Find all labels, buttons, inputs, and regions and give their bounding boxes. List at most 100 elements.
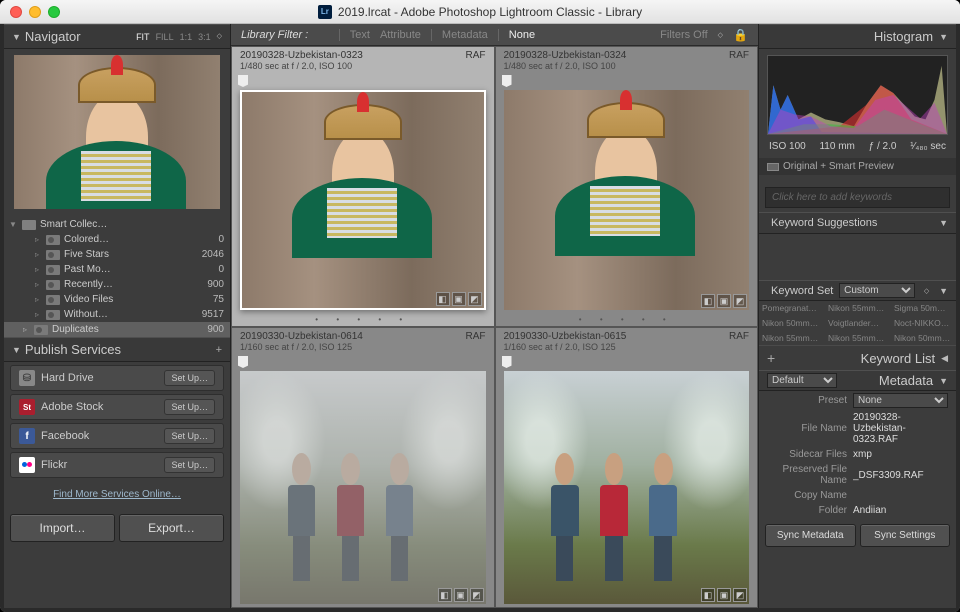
filters-off[interactable]: Filters Off (660, 29, 707, 41)
disclosure-triangle-icon[interactable]: ▼ (939, 376, 948, 386)
chevron-right-icon[interactable]: ▹ (32, 235, 42, 244)
collection-item[interactable]: ▹ Colored…0 (4, 232, 230, 247)
add-keyword-button[interactable]: + (767, 350, 775, 366)
preset-select[interactable]: None (853, 393, 948, 408)
export-button[interactable]: Export… (119, 514, 224, 542)
keyword-set-item[interactable]: Nikon 50mm… (891, 331, 956, 345)
metadata-header[interactable]: Default Metadata ▼ (759, 370, 956, 391)
filter-none[interactable]: None (509, 29, 535, 41)
thumbnail-badge-icon[interactable]: ◩ (733, 588, 747, 602)
metadata-row[interactable]: Copy Name (759, 488, 956, 503)
disclosure-triangle-icon[interactable]: ▼ (939, 286, 948, 296)
disclosure-triangle-icon[interactable]: ▼ (939, 32, 948, 42)
chevron-icon[interactable]: ◇ (217, 32, 222, 42)
navigator-zoom-modes[interactable]: FIT FILL 1:1 3:1 ◇ (136, 32, 222, 42)
publish-service-fl[interactable]: Flickr Set Up… (10, 452, 224, 478)
thumbnail-badge-icon[interactable]: ◩ (733, 294, 747, 308)
collection-item[interactable]: ▹ Past Mo…0 (4, 262, 230, 277)
keyword-set-select[interactable]: Custom (839, 283, 915, 298)
thumbnail-badge-icon[interactable]: ▣ (717, 294, 731, 308)
metadata-row[interactable]: Folder Andiian (759, 503, 956, 518)
metadata-value[interactable]: Andiian (853, 505, 948, 516)
thumbnail-badge-icon[interactable]: ▣ (454, 588, 468, 602)
thumbnail-badge-icon[interactable]: ◧ (438, 588, 452, 602)
flag-icon[interactable] (238, 356, 248, 368)
setup-button[interactable]: Set Up… (164, 457, 215, 473)
disclosure-triangle-icon[interactable]: ◀ (941, 353, 948, 364)
thumbnail-image[interactable]: ◧ ▣ ◩ (504, 90, 750, 310)
setup-button[interactable]: Set Up… (164, 428, 215, 444)
filter-attribute[interactable]: Attribute (380, 29, 421, 41)
thumbnail-badge-icon[interactable]: ◧ (436, 292, 450, 306)
thumbnail-badge-icon[interactable]: ▣ (717, 588, 731, 602)
filter-metadata[interactable]: Metadata (442, 29, 488, 41)
grid-cell[interactable]: 20190328-Uzbekistan-0323RAF 1/480 sec at… (231, 46, 495, 327)
chevron-icon[interactable]: ◇ (924, 287, 929, 295)
setup-button[interactable]: Set Up… (164, 370, 215, 386)
keyword-set-item[interactable]: Sigma 50m… (891, 301, 956, 315)
keyword-set-item[interactable]: Nikon 55mm… (759, 331, 824, 345)
disclosure-triangle-icon[interactable]: ▼ (939, 218, 948, 228)
metadata-value[interactable]: 20190328-Uzbekistan-0323.RAF (853, 412, 948, 445)
navigator-preview[interactable] (14, 55, 220, 209)
keyword-set-header[interactable]: Keyword Set Custom ◇ ▼ (759, 280, 956, 301)
thumbnail-badge-icon[interactable]: ◩ (470, 588, 484, 602)
metadata-row[interactable]: Preserved File Name _DSF3309.RAF (759, 462, 956, 488)
metadata-preset[interactable]: Preset None (759, 391, 956, 410)
keyword-set-item[interactable]: Voigtlander… (825, 316, 890, 330)
keywords-input[interactable]: Click here to add keywords (765, 187, 950, 208)
metadata-value[interactable]: _DSF3309.RAF (853, 470, 948, 481)
flag-icon[interactable] (502, 75, 512, 87)
nav-mode-fit[interactable]: FIT (136, 32, 150, 42)
metadata-row[interactable]: Sidecar Files xmp (759, 447, 956, 462)
publish-service-as[interactable]: StAdobe Stock Set Up… (10, 394, 224, 420)
lock-icon[interactable]: 🔒 (733, 28, 748, 42)
import-button[interactable]: Import… (10, 514, 115, 542)
grid-cell[interactable]: 20190330-Uzbekistan-0614RAF 1/160 sec at… (231, 327, 495, 608)
chevron-icon[interactable]: ◇ (718, 31, 723, 39)
navigator-header[interactable]: ▼Navigator FIT FILL 1:1 3:1 ◇ (4, 24, 230, 49)
grid-cell[interactable]: 20190330-Uzbekistan-0615RAF 1/160 sec at… (495, 327, 759, 608)
disclosure-triangle-icon[interactable]: ▼ (12, 32, 21, 42)
collection-item[interactable]: ▹ Recently…900 (4, 277, 230, 292)
sync-metadata-button[interactable]: Sync Metadata (765, 524, 856, 547)
collection-duplicates[interactable]: ▹ Duplicates 900 (4, 322, 230, 337)
thumbnail-badge-icon[interactable]: ▣ (452, 292, 466, 306)
thumbnail-badge-icon[interactable]: ◧ (701, 588, 715, 602)
disclosure-triangle-icon[interactable]: ▼ (8, 220, 18, 229)
rating-dots[interactable]: • • • • • (232, 313, 494, 326)
thumbnail-image[interactable]: ◧ ▣ ◩ (240, 90, 486, 310)
histogram-chart[interactable] (767, 55, 948, 135)
publish-service-fb[interactable]: fFacebook Set Up… (10, 423, 224, 449)
thumbnail-image[interactable]: ◧ ▣ ◩ (240, 371, 486, 604)
metadata-view-select[interactable]: Default (767, 373, 837, 388)
zoom-icon[interactable] (48, 6, 60, 18)
thumbnail-image[interactable]: ◧ ▣ ◩ (504, 371, 750, 604)
chevron-right-icon[interactable]: ▹ (32, 265, 42, 274)
chevron-right-icon[interactable]: ▹ (20, 325, 30, 334)
flag-icon[interactable] (502, 356, 512, 368)
nav-mode-fill[interactable]: FILL (156, 32, 174, 42)
collection-item[interactable]: ▹ Video Files75 (4, 292, 230, 307)
filter-text[interactable]: Text (350, 29, 370, 41)
keyword-set-item[interactable]: Pomegranat… (759, 301, 824, 315)
thumbnail-badge-icon[interactable]: ◧ (701, 294, 715, 308)
collection-item[interactable]: ▹ Five Stars2046 (4, 247, 230, 262)
flag-icon[interactable] (238, 75, 248, 87)
chevron-right-icon[interactable]: ▹ (32, 295, 42, 304)
keyword-set-item[interactable]: Noct-NIKKO… (891, 316, 956, 330)
close-icon[interactable] (10, 6, 22, 18)
keyword-set-item[interactable]: Nikon 55mm… (825, 301, 890, 315)
sync-settings-button[interactable]: Sync Settings (860, 524, 951, 547)
minimize-icon[interactable] (29, 6, 41, 18)
chevron-right-icon[interactable]: ▹ (32, 250, 42, 259)
grid-cell[interactable]: 20190328-Uzbekistan-0324RAF 1/480 sec at… (495, 46, 759, 327)
publish-service-hd[interactable]: ⛁Hard Drive Set Up… (10, 365, 224, 391)
metadata-value[interactable]: xmp (853, 449, 948, 460)
add-service-button[interactable]: + (216, 344, 222, 356)
smart-collections-folder[interactable]: ▼ Smart Collec… (4, 217, 230, 232)
find-more-services-link[interactable]: Find More Services Online… (4, 481, 230, 508)
keyword-list-header[interactable]: + Keyword List ◀ (759, 345, 956, 370)
chevron-right-icon[interactable]: ▹ (32, 280, 42, 289)
keyword-set-item[interactable]: Nikon 50mm… (759, 316, 824, 330)
